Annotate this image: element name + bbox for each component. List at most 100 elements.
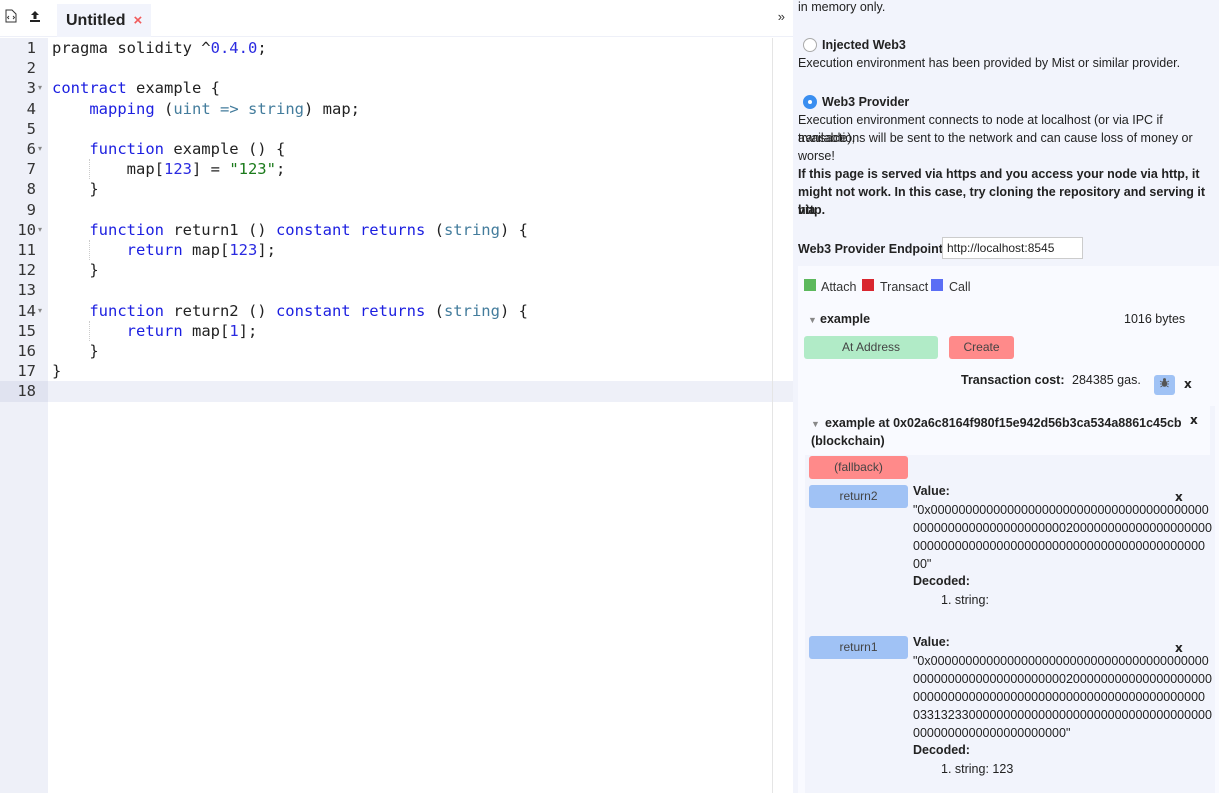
decoded-item: 1. string: 123 bbox=[941, 762, 1014, 776]
code-editor[interactable]: pragma solidity ^0.4.0; contract example … bbox=[48, 38, 793, 793]
value-line: 0000000000000000000000" bbox=[913, 726, 1071, 740]
value-line: 00" bbox=[913, 557, 932, 571]
line-number: 5 bbox=[26, 119, 36, 138]
fold-toggle-icon[interactable]: ▾ bbox=[38, 139, 46, 159]
close-tab-icon[interactable]: × bbox=[134, 12, 143, 29]
code-line: pragma solidity ^0.4.0; bbox=[52, 39, 267, 57]
code-line: function return2 () constant returns (st… bbox=[89, 301, 528, 320]
active-line-highlight bbox=[48, 381, 793, 402]
value-line: "0x0000000000000000000000000000000000000… bbox=[913, 654, 1209, 668]
return2-button[interactable]: return2 bbox=[809, 485, 908, 508]
value-line: "0x0000000000000000000000000000000000000… bbox=[913, 503, 1209, 517]
line-number-gutter: 1 2 3 ▾ 4 5 6 ▾ 7 8 9 10 ▾ 11 12 13 14 ▾ 15 16 17 18 bbox=[0, 38, 48, 793]
web3-provider-label: Web3 Provider bbox=[822, 95, 910, 109]
editor-pane: Untitled × » 1 2 3 ▾ 4 5 6 ▾ 7 8 9 10 ▾ 11 12 13 14 ▾ 15 16… bbox=[0, 0, 793, 793]
fold-toggle-icon[interactable]: ▾ bbox=[38, 301, 46, 321]
line-number: 4 bbox=[26, 99, 36, 118]
collapse-triangle-icon[interactable]: ▼ bbox=[808, 315, 817, 325]
code-line: } bbox=[52, 362, 62, 381]
line-number: 13 bbox=[17, 281, 36, 300]
code-line: return map[1]; bbox=[126, 321, 258, 340]
code-line: map[123] = "123"; bbox=[52, 160, 286, 179]
contract-instance: ▼ example at 0x02a6c8164f980f15e942d56b3… bbox=[805, 406, 1215, 793]
call-legend-label: Call bbox=[949, 280, 971, 294]
line-number: 6 bbox=[26, 140, 36, 158]
value-line: 0331323300000000000000000000000000000000… bbox=[913, 708, 1212, 722]
print-margin bbox=[772, 38, 773, 793]
value-label: Value: bbox=[913, 635, 950, 649]
line-number: 18 bbox=[17, 382, 36, 401]
line-number: 3 bbox=[26, 79, 36, 98]
injected-web3-radio[interactable] bbox=[803, 38, 817, 52]
line-number: 11 bbox=[17, 241, 36, 259]
instance-title: example at 0x02a6c8164f980f15e942d56b3ca… bbox=[825, 416, 1182, 430]
endpoint-label: Web3 Provider Endpoint: bbox=[798, 242, 948, 256]
vm-description-tail: in memory only. bbox=[798, 0, 886, 14]
line-number: 1 bbox=[26, 39, 36, 57]
line-number: 17 bbox=[17, 362, 36, 381]
decoded-label: Decoded: bbox=[913, 574, 970, 588]
tab-label: Untitled bbox=[66, 11, 126, 29]
attach-legend-label: Attach bbox=[821, 280, 857, 294]
value-label: Value: bbox=[913, 484, 950, 498]
line-number: 10 bbox=[17, 220, 36, 239]
line-number: 14 bbox=[17, 301, 36, 320]
injected-web3-description: Execution environment has been provided … bbox=[798, 56, 1181, 70]
fold-toggle-icon[interactable]: ▾ bbox=[38, 78, 46, 98]
tab-bar: Untitled × » bbox=[0, 0, 793, 37]
run-panel: in memory only. Injected Web3 Execution … bbox=[793, 0, 1219, 793]
https-warning-2: might not work. In this case, try clonin… bbox=[798, 185, 1206, 217]
close-instance-button[interactable]: x bbox=[1190, 413, 1198, 427]
contract-size: 1016 bytes bbox=[1124, 312, 1186, 326]
web3-provider-description-3: worse! bbox=[798, 149, 835, 163]
value-line: 0000000000000000000000200000000000000000… bbox=[913, 521, 1212, 535]
line-number: 16 bbox=[17, 342, 36, 360]
instance-collapse-triangle-icon[interactable]: ▼ bbox=[811, 419, 820, 429]
line-number: 15 bbox=[17, 321, 36, 340]
return1-button[interactable]: return1 bbox=[809, 636, 908, 659]
https-warning-3: http. bbox=[798, 203, 826, 217]
tab-untitled[interactable]: Untitled × bbox=[57, 4, 152, 37]
fold-toggle-icon[interactable]: ▾ bbox=[38, 220, 46, 240]
indent-guide bbox=[89, 320, 90, 341]
code-line: contract example { bbox=[52, 79, 220, 98]
injected-web3-label: Injected Web3 bbox=[822, 38, 906, 52]
close-tx-cost-button[interactable]: x bbox=[1184, 377, 1192, 391]
value-line: 0000000000000000000000000000000000000000… bbox=[913, 690, 1205, 704]
bug-icon bbox=[1159, 378, 1170, 391]
decoded-item: 1. string: bbox=[941, 593, 989, 607]
attach-legend-swatch bbox=[804, 279, 816, 291]
debug-button[interactable] bbox=[1154, 375, 1175, 395]
code-line: function example () { bbox=[89, 140, 286, 158]
line-number: 12 bbox=[17, 261, 36, 280]
transact-legend-swatch bbox=[862, 279, 874, 291]
endpoint-input[interactable] bbox=[942, 237, 1083, 259]
code-line: } bbox=[52, 180, 99, 199]
code-line: } bbox=[52, 261, 99, 280]
transact-legend-label: Transact bbox=[880, 280, 929, 294]
value-line: 0000000000000000000000000000000000000000… bbox=[913, 539, 1205, 553]
upload-icon[interactable] bbox=[27, 9, 43, 25]
tx-cost-label: Transaction cost: bbox=[961, 373, 1065, 387]
web3-provider-radio[interactable] bbox=[803, 95, 817, 109]
line-number: 2 bbox=[26, 59, 36, 78]
web3-provider-description-2: transactions will be sent to the network… bbox=[798, 131, 1193, 145]
call-legend-swatch bbox=[931, 279, 943, 291]
indent-guide bbox=[89, 240, 90, 261]
indent-guide bbox=[89, 159, 90, 180]
https-warning-1: If this page is served via https and you… bbox=[798, 167, 1200, 181]
fallback-button[interactable]: (fallback) bbox=[809, 456, 908, 479]
code-line: mapping (uint => string) map; bbox=[89, 99, 361, 118]
tx-cost-value: 284385 gas. bbox=[1072, 373, 1141, 387]
at-address-button[interactable]: At Address bbox=[804, 336, 938, 359]
code-line: function return1 () constant returns (st… bbox=[89, 220, 528, 239]
code-line: } bbox=[52, 342, 99, 360]
collapse-right-panel-button[interactable]: » bbox=[778, 9, 785, 24]
instance-header: ▼ example at 0x02a6c8164f980f15e942d56b3… bbox=[805, 406, 1210, 455]
line-number: 9 bbox=[26, 200, 36, 219]
code-line: return map[123]; bbox=[126, 241, 276, 259]
create-button[interactable]: Create bbox=[949, 336, 1014, 359]
new-file-icon[interactable] bbox=[3, 9, 19, 25]
line-number: 8 bbox=[26, 180, 36, 199]
value-line: 0000000000000000000000200000000000000000… bbox=[913, 672, 1212, 686]
